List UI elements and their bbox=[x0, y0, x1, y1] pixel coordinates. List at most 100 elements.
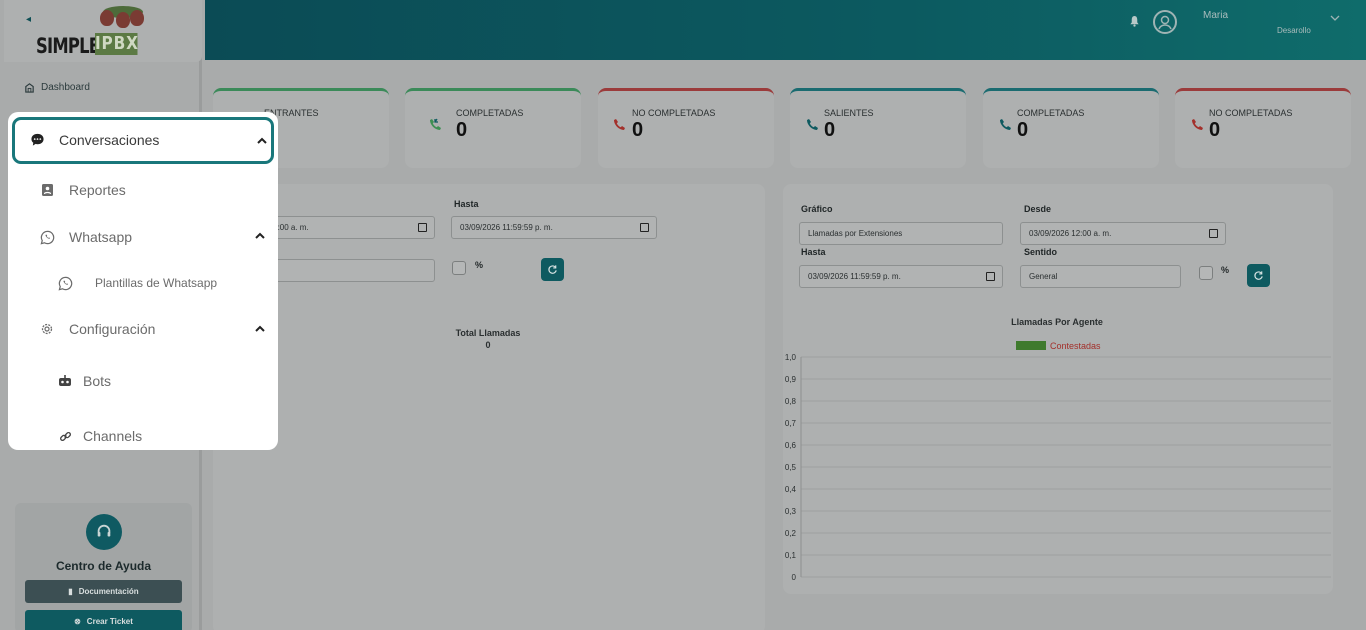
help-title: Centro de Ayuda bbox=[55, 559, 152, 573]
gear-icon bbox=[39, 321, 55, 337]
refresh-icon bbox=[548, 265, 557, 274]
hasta-date-input[interactable]: 03/09/2026 11:59:59 p. m. bbox=[451, 216, 657, 239]
stat-value: 0 bbox=[1209, 119, 1221, 141]
top-bar: Maria Desarollo bbox=[205, 0, 1366, 60]
logo-berry bbox=[100, 10, 114, 26]
menu-item-channels[interactable]: Channels bbox=[57, 428, 142, 444]
y-tick-label: 0,7 bbox=[785, 419, 797, 428]
chart-title: Llamadas Por Agente bbox=[1011, 317, 1103, 327]
total-llamadas-value: 0 bbox=[485, 340, 491, 350]
y-tick-label: 0,6 bbox=[785, 441, 797, 450]
stat-card-no-completadas-out: NO COMPLETADAS 0 bbox=[1175, 88, 1351, 168]
stat-card-completadas-out: COMPLETADAS 0 bbox=[983, 88, 1159, 168]
y-tick-label: 0,8 bbox=[785, 397, 797, 406]
y-tick-label: 0,1 bbox=[785, 551, 797, 560]
stat-card-salientes: SALIENTES 0 bbox=[790, 88, 966, 168]
documentation-label: Documentación bbox=[78, 587, 139, 596]
hasta-date-value: 03/09/2026 11:59:59 p. m. bbox=[460, 223, 553, 232]
menu-item-label: Whatsapp bbox=[69, 229, 133, 245]
stat-value: 0 bbox=[632, 119, 644, 141]
y-tick-label: 0,2 bbox=[785, 529, 797, 538]
chart-grid: 1,0 0,9 0,8 0,7 0,6 0,5 0,4 0,3 0,2 0,1 0 bbox=[785, 353, 1331, 582]
brand-word: SIMPLE bbox=[36, 34, 100, 58]
refresh-button[interactable] bbox=[541, 258, 564, 281]
user-avatar[interactable] bbox=[1153, 10, 1177, 34]
stat-card-completadas-in: COMPLETADAS 0 bbox=[405, 88, 581, 168]
phone-outgoing-icon bbox=[807, 119, 818, 130]
y-tick-label: 0 bbox=[792, 573, 797, 582]
calls-per-agent-chart: Llamadas Por Agente Contestadas 1,0 0,9 0,… bbox=[785, 317, 1331, 582]
calendar-icon[interactable] bbox=[640, 223, 649, 232]
menu-item-label: Channels bbox=[83, 428, 143, 444]
home-icon bbox=[25, 83, 34, 93]
report-icon bbox=[39, 182, 55, 198]
sidebar-item-label: Dashboard bbox=[41, 82, 90, 93]
stat-label: SALIENTES bbox=[824, 108, 874, 118]
headset-icon bbox=[86, 514, 122, 550]
whatsapp-icon bbox=[57, 275, 73, 291]
create-ticket-label: Crear Ticket bbox=[86, 617, 133, 626]
chevron-up-icon[interactable] bbox=[257, 137, 267, 144]
user-icon bbox=[1158, 15, 1172, 30]
y-tick-label: 0,4 bbox=[785, 485, 797, 494]
menu-item-plantillas-whatsapp[interactable]: Plantillas de Whatsapp bbox=[57, 275, 217, 291]
percent-checkbox[interactable] bbox=[452, 261, 466, 275]
hasta-label: Hasta bbox=[454, 199, 479, 209]
y-tick-label: 1,0 bbox=[785, 353, 797, 362]
robot-icon bbox=[57, 373, 73, 389]
stat-label: NO COMPLETADAS bbox=[1209, 108, 1293, 118]
chevron-up-icon[interactable] bbox=[255, 325, 265, 332]
total-llamadas-label: Total Llamadas bbox=[455, 328, 521, 338]
user-role: Desarollo bbox=[1277, 26, 1311, 35]
menu-item-reportes[interactable]: Reportes bbox=[39, 182, 126, 198]
logo-berry bbox=[116, 12, 130, 28]
menu-item-whatsapp[interactable]: Whatsapp bbox=[39, 229, 132, 245]
menu-item-bots[interactable]: Bots bbox=[57, 373, 111, 389]
whatsapp-icon bbox=[39, 229, 55, 245]
menu-item-label: Configuración bbox=[69, 321, 156, 337]
stat-value: 0 bbox=[1017, 119, 1029, 141]
menu-item-conversaciones-row: Conversaciones bbox=[29, 132, 159, 148]
stat-value: 0 bbox=[456, 119, 468, 141]
brand-suffix: IPBX bbox=[95, 33, 139, 55]
chat-bubble-icon bbox=[29, 132, 45, 148]
sidebar-item-dashboard[interactable]: Dashboard bbox=[24, 82, 90, 93]
right-chart-panel: Gráfico Llamadas por Extensiones Desde 0… bbox=[783, 184, 1333, 594]
stat-card-no-completadas-in: NO COMPLETADAS 0 bbox=[598, 88, 774, 168]
menu-item-label: Plantillas de Whatsapp bbox=[95, 276, 218, 290]
menu-item-conversaciones[interactable]: Conversaciones bbox=[12, 117, 274, 164]
user-name: Maria bbox=[1203, 10, 1229, 21]
menu-item-configuracion[interactable]: Configuración bbox=[39, 321, 155, 337]
stat-label: NO COMPLETADAS bbox=[632, 108, 716, 118]
phone-outgoing-icon bbox=[1000, 119, 1011, 130]
menu-item-label: Bots bbox=[83, 373, 112, 389]
help-center: Centro de Ayuda ▮ Documentación ⊗ Crear … bbox=[15, 503, 192, 630]
stat-value: 0 bbox=[824, 119, 836, 141]
percent-label: % bbox=[475, 260, 484, 270]
y-tick-label: 0,9 bbox=[785, 375, 797, 384]
documentation-button[interactable]: ▮ Documentación bbox=[25, 580, 182, 603]
chevron-down-icon[interactable] bbox=[1330, 15, 1340, 22]
bell-icon[interactable] bbox=[1129, 15, 1140, 27]
close-circle-icon: ⊗ bbox=[74, 617, 81, 626]
create-ticket-button[interactable]: ⊗ Crear Ticket bbox=[25, 610, 182, 630]
logo-berry bbox=[130, 10, 144, 26]
menu-item-label: Reportes bbox=[69, 182, 126, 198]
stat-label: COMPLETADAS bbox=[456, 108, 524, 118]
book-icon: ▮ bbox=[68, 587, 73, 596]
filter-input[interactable] bbox=[253, 259, 435, 282]
left-report-panel: 6 12:00 a. m. Hasta 03/09/2026 11:59:59 … bbox=[213, 184, 765, 630]
calendar-icon[interactable] bbox=[418, 223, 427, 232]
collapse-sidebar-icon[interactable]: ◂ bbox=[26, 14, 31, 25]
link-icon bbox=[57, 428, 73, 444]
y-tick-label: 0,5 bbox=[785, 463, 797, 472]
legend-swatch-contestadas[interactable] bbox=[1016, 341, 1046, 350]
phone-missed-icon bbox=[1192, 119, 1203, 130]
menu-item-label: Conversaciones bbox=[59, 132, 160, 148]
chevron-up-icon[interactable] bbox=[255, 232, 265, 239]
brand-logo[interactable]: ◂ SIMPLE IPBX bbox=[4, 0, 202, 62]
phone-incoming-icon bbox=[430, 118, 441, 130]
legend-label-contestadas: Contestadas bbox=[1050, 341, 1101, 351]
y-tick-label: 0,3 bbox=[785, 507, 797, 516]
desde-date-input[interactable]: 6 12:00 a. m. bbox=[253, 216, 435, 239]
